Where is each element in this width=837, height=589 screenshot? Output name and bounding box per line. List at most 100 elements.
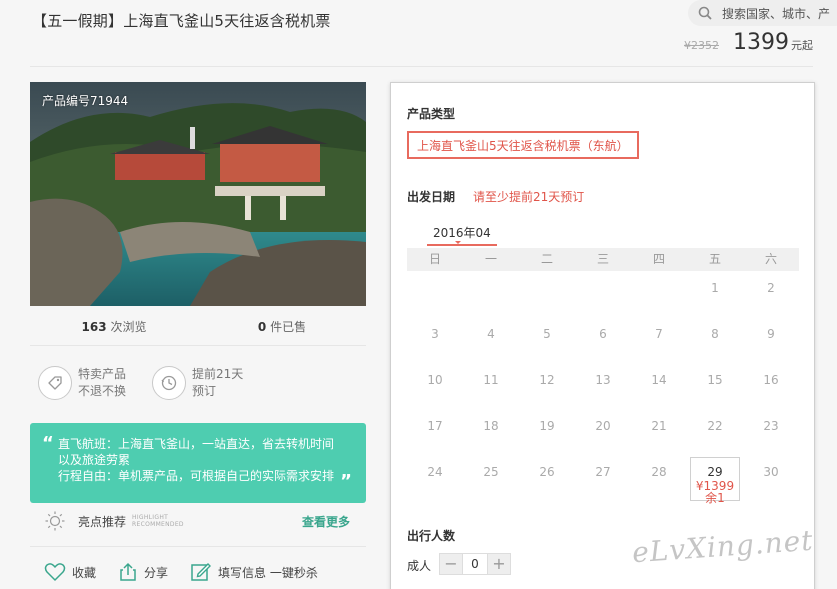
search-input[interactable]: 搜索国家、城市、产: [722, 5, 830, 22]
feature-line: 特卖产品: [78, 367, 127, 381]
calendar-day: 21: [631, 411, 687, 457]
calendar-day: 11: [463, 365, 519, 411]
calendar-day: 16: [743, 365, 799, 411]
calendar-day: [463, 273, 519, 319]
day-number: 7: [655, 327, 663, 341]
share-label: 分享: [144, 565, 169, 580]
see-more-link[interactable]: 查看更多: [302, 513, 350, 530]
highlight-text: 直飞航班：上海直飞釜山，一站直达，省去转机时间 以及旅途劳累 行程自由：单机票产…: [58, 436, 336, 484]
day-number: 11: [483, 373, 499, 387]
day-number: 29: [707, 465, 723, 479]
calendar-day: [407, 273, 463, 319]
price-row: ¥2352 1399 元起: [684, 30, 813, 55]
calendar-day: [519, 273, 575, 319]
temple-coast-image: [30, 82, 366, 306]
calendar-day: 12: [519, 365, 575, 411]
feature-line: 提前21天: [192, 367, 244, 381]
day-number: 6: [599, 327, 607, 341]
day-number: 4: [487, 327, 495, 341]
share-button[interactable]: 分享: [118, 562, 168, 582]
product-type-label: 产品类型: [407, 107, 456, 121]
view-count: 163 次浏览: [30, 318, 198, 335]
feature-list: 特卖产品 不退不换 提前21天 预订: [38, 366, 269, 400]
day-number: 20: [595, 419, 611, 433]
actions-divider: [30, 546, 366, 547]
calendar-day: 14: [631, 365, 687, 411]
calendar-day: 30: [743, 457, 799, 503]
stats-bar: 163 次浏览 0 件已售: [30, 318, 366, 335]
departure-label: 出发日期: [407, 190, 456, 204]
calendar-day: 4: [463, 319, 519, 365]
weekday-label: 五: [708, 252, 721, 266]
calendar-day: 24: [407, 457, 463, 503]
product-id: 产品编号71944: [42, 94, 129, 108]
day-number: 12: [539, 373, 555, 387]
page-title: 【五一假期】上海直飞釜山5天往返含税机票: [32, 12, 331, 30]
day-number: 14: [651, 373, 667, 387]
adult-label: 成人: [407, 559, 432, 573]
calendar-day: 5: [519, 319, 575, 365]
calendar-day: 28: [631, 457, 687, 503]
calendar-day: 15: [687, 365, 743, 411]
calendar-day: [575, 273, 631, 319]
calendar-week: 10 11 12 13 14 15 16: [407, 365, 799, 411]
highlight-line: 以及旅途劳累: [58, 453, 131, 467]
heart-icon: [44, 563, 66, 581]
search-box[interactable]: 搜索国家、城市、产: [688, 0, 837, 26]
day-number: 23: [763, 419, 779, 433]
adult-count-input[interactable]: 0: [462, 554, 488, 574]
decrement-button[interactable]: −: [440, 554, 462, 574]
calendar-day: 6: [575, 319, 631, 365]
quote-close-icon: ”: [340, 471, 352, 492]
day-number: 3: [431, 327, 439, 341]
weekday-label: 一: [484, 252, 497, 266]
calendar-day: 23: [743, 411, 799, 457]
weekday-label: 六: [764, 252, 777, 266]
view-count-label: 次浏览: [110, 320, 147, 334]
favorite-button[interactable]: 收藏: [44, 562, 96, 582]
day-number: 26: [539, 465, 555, 479]
calendar-day: 18: [463, 411, 519, 457]
calendar-day: 1: [687, 273, 743, 319]
calendar-header: 日 一 二 三 四 五 六: [407, 248, 799, 271]
fill-info-button[interactable]: 填写信息 一键秒杀: [190, 562, 318, 582]
travelers-label: 出行人数: [407, 529, 456, 543]
feature-advance-booking: 提前21天 预订: [152, 366, 243, 400]
sold-count: 0 件已售: [198, 318, 366, 335]
original-price: ¥2352: [684, 39, 719, 52]
calendar-week: 24 25 26 27 28 29 ¥1399 余1 30: [407, 457, 799, 505]
highlight-box: “ 直飞航班：上海直飞釜山，一站直达，省去转机时间 以及旅途劳累 行程自由：单机…: [30, 423, 366, 503]
feature-special-sale: 特卖产品 不退不换: [38, 366, 126, 400]
weekday-label: 三: [596, 252, 609, 266]
stats-divider: [30, 345, 366, 346]
recommend-label: 亮点推荐: [78, 514, 127, 529]
calendar-day: 2: [743, 273, 799, 319]
month-tab[interactable]: 2016年04: [427, 224, 497, 246]
weekday-label: 二: [540, 252, 553, 266]
calendar-day: 17: [407, 411, 463, 457]
recommend-bar: 亮点推荐 HIGHLIGHT RECOMMENDED 查看更多: [44, 508, 366, 534]
highlight-line: 直飞航班：上海直飞釜山，一站直达，省去转机时间: [58, 437, 335, 451]
caret-icon: [455, 241, 461, 244]
calendar-day: 13: [575, 365, 631, 411]
search-icon[interactable]: [696, 4, 714, 22]
product-photo[interactable]: 产品编号71944: [30, 82, 366, 306]
adult-stepper: − 0 +: [439, 553, 511, 575]
action-bar: 收藏 分享 填写信息 一键秒杀: [44, 562, 340, 582]
day-stock: 余1: [705, 491, 725, 505]
day-number: 15: [707, 373, 723, 387]
day-number: 18: [483, 419, 499, 433]
day-number: 27: [595, 465, 611, 479]
calendar-day[interactable]: 29 ¥1399 余1: [687, 457, 743, 505]
day-number: 28: [651, 465, 667, 479]
calendar-day: 20: [575, 411, 631, 457]
calendar-day: 25: [463, 457, 519, 503]
calendar-day: 22: [687, 411, 743, 457]
calendar-day: 8: [687, 319, 743, 365]
recommend-en-label: HIGHLIGHT RECOMMENDED: [132, 514, 184, 528]
calendar-week: 3 4 5 6 7 8 9: [407, 319, 799, 365]
calendar-day: 10: [407, 365, 463, 411]
increment-button[interactable]: +: [488, 554, 510, 574]
product-type-option[interactable]: 上海直飞釜山5天往返含税机票（东航）: [407, 131, 639, 159]
view-count-value: 163: [81, 320, 107, 334]
